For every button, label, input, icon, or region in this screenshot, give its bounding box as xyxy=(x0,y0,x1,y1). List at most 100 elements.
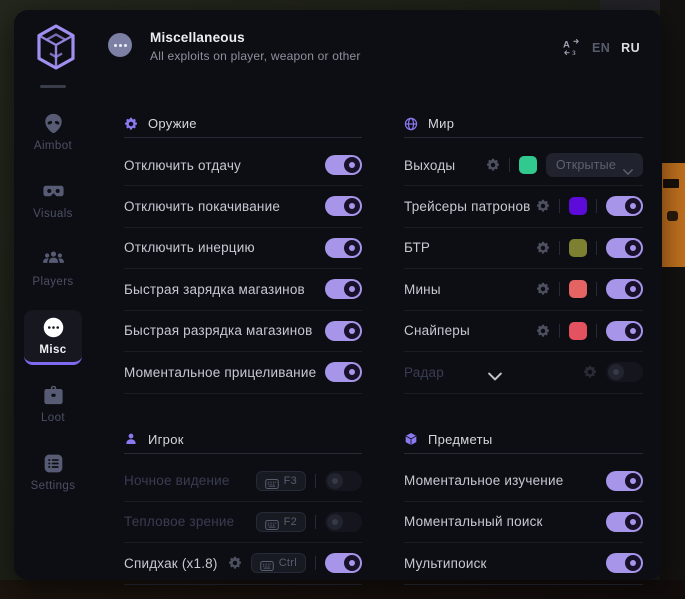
toggle-knob xyxy=(344,157,360,173)
row-controls xyxy=(536,238,643,258)
dots-circle-icon xyxy=(42,316,65,339)
feature-label: Ночное видение xyxy=(124,473,230,488)
sidebar-item-players[interactable]: Players xyxy=(24,242,82,297)
feature-row: Отключить покачивание xyxy=(124,186,362,228)
toggle[interactable] xyxy=(325,362,362,382)
briefcase-icon xyxy=(42,384,65,407)
toggle[interactable] xyxy=(325,279,362,299)
game-background-orange-sign xyxy=(661,163,685,267)
toggle[interactable] xyxy=(606,196,643,216)
color-swatch[interactable] xyxy=(569,239,587,257)
toggle-knob xyxy=(625,473,641,489)
toggle-knob xyxy=(625,281,641,297)
toggle[interactable] xyxy=(606,512,643,532)
section-title: Предметы xyxy=(428,432,493,447)
toggle[interactable] xyxy=(325,196,362,216)
section-rows: Ночное видениеF3Тепловое зрениеF2Спидхак… xyxy=(124,454,362,585)
sidebar-item-label: Misc xyxy=(39,344,66,356)
control-separator xyxy=(559,282,560,296)
sidebar-item-loot[interactable]: Loot xyxy=(24,378,82,433)
section-player: ИгрокНочное видениеF3Тепловое зрениеF2Сп… xyxy=(124,426,362,585)
language-option-ru[interactable]: RU xyxy=(621,41,640,55)
language-option-en[interactable]: EN xyxy=(592,41,610,55)
toggle[interactable] xyxy=(606,471,643,491)
row-controls: Ctrl xyxy=(228,553,362,573)
key-badge[interactable]: Ctrl xyxy=(251,553,306,573)
toggle[interactable] xyxy=(325,512,362,532)
cheat-window: Miscellaneous All exploits on player, we… xyxy=(14,10,662,580)
box-icon xyxy=(404,432,418,446)
toggle[interactable] xyxy=(606,279,643,299)
sidebar-item-visuals[interactable]: Visuals xyxy=(24,174,82,229)
chevron-down-icon xyxy=(623,162,633,168)
feature-label: Быстрая разрядка магазинов xyxy=(124,323,312,338)
feature-row: Мультипоиск xyxy=(404,543,643,585)
toggle-knob xyxy=(625,514,641,530)
keyboard-icon xyxy=(265,517,279,527)
color-swatch[interactable] xyxy=(569,280,587,298)
toggle[interactable] xyxy=(325,321,362,341)
toggle[interactable] xyxy=(325,471,362,491)
gear-icon[interactable] xyxy=(486,158,500,172)
color-swatch[interactable] xyxy=(569,197,587,215)
feature-label: БТР xyxy=(404,240,430,255)
app-logo-cube-icon xyxy=(36,23,76,71)
sidebar-item-aimbot[interactable]: Aimbot xyxy=(24,106,82,161)
gear-icon[interactable] xyxy=(583,365,597,379)
toggle-knob xyxy=(344,240,360,256)
chevron-down-icon[interactable] xyxy=(482,368,508,377)
globe-icon xyxy=(404,117,418,131)
toggle[interactable] xyxy=(606,553,643,573)
svg-text:з: з xyxy=(572,48,576,57)
feature-label: Отключить покачивание xyxy=(124,199,280,214)
row-controls xyxy=(325,238,362,258)
row-controls xyxy=(606,553,643,573)
toggle[interactable] xyxy=(325,553,362,573)
sidebar-item-misc[interactable]: Misc xyxy=(24,310,82,365)
toggle[interactable] xyxy=(606,321,643,341)
gear-icon[interactable] xyxy=(536,324,550,338)
feature-label: Спидхак (x1.8) xyxy=(124,556,218,571)
color-swatch[interactable] xyxy=(519,156,537,174)
toggle-knob xyxy=(327,514,343,530)
feature-row: БТР xyxy=(404,228,643,270)
toggle-knob xyxy=(344,281,360,297)
section-header: Предметы xyxy=(404,426,643,454)
dropdown[interactable]: Открытые xyxy=(546,153,643,177)
gear-icon[interactable] xyxy=(536,199,550,213)
gear-icon[interactable] xyxy=(228,556,242,570)
toggle-knob xyxy=(344,364,360,380)
toggle-knob xyxy=(344,555,360,571)
feature-row: Радар xyxy=(404,352,643,394)
page-title: Miscellaneous xyxy=(150,30,361,45)
feature-label: Моментальный поиск xyxy=(404,514,543,529)
control-separator xyxy=(559,199,560,213)
row-controls xyxy=(536,279,643,299)
sidebar-item-settings[interactable]: Settings xyxy=(24,446,82,501)
toggle[interactable] xyxy=(606,362,643,382)
key-label: F3 xyxy=(284,475,297,487)
sidebar-nav: Aimbot Visuals Players Misc Loot Settings xyxy=(24,106,82,501)
color-swatch[interactable] xyxy=(569,322,587,340)
toggle[interactable] xyxy=(325,238,362,258)
keyboard-icon xyxy=(265,476,279,486)
section-rows: Отключить отдачуОтключить покачиваниеОтк… xyxy=(124,138,362,394)
gear-icon[interactable] xyxy=(536,282,550,296)
gear-icon[interactable] xyxy=(536,241,550,255)
section-title: Игрок xyxy=(148,432,184,447)
row-controls: F3 xyxy=(256,471,362,491)
sidebar-item-label: Aimbot xyxy=(34,140,72,152)
toggle-knob xyxy=(625,323,641,339)
key-badge[interactable]: F2 xyxy=(256,512,306,532)
feature-label: Мины xyxy=(404,282,441,297)
key-badge[interactable]: F3 xyxy=(256,471,306,491)
toggle[interactable] xyxy=(325,155,362,175)
translate-icon: A з xyxy=(562,38,581,57)
person-icon xyxy=(124,432,138,446)
toggle-knob xyxy=(625,240,641,256)
toggle-knob xyxy=(625,198,641,214)
toggle-knob xyxy=(344,198,360,214)
row-controls xyxy=(606,512,643,532)
toggle[interactable] xyxy=(606,238,643,258)
page-subtitle: All exploits on player, weapon or other xyxy=(150,49,361,63)
